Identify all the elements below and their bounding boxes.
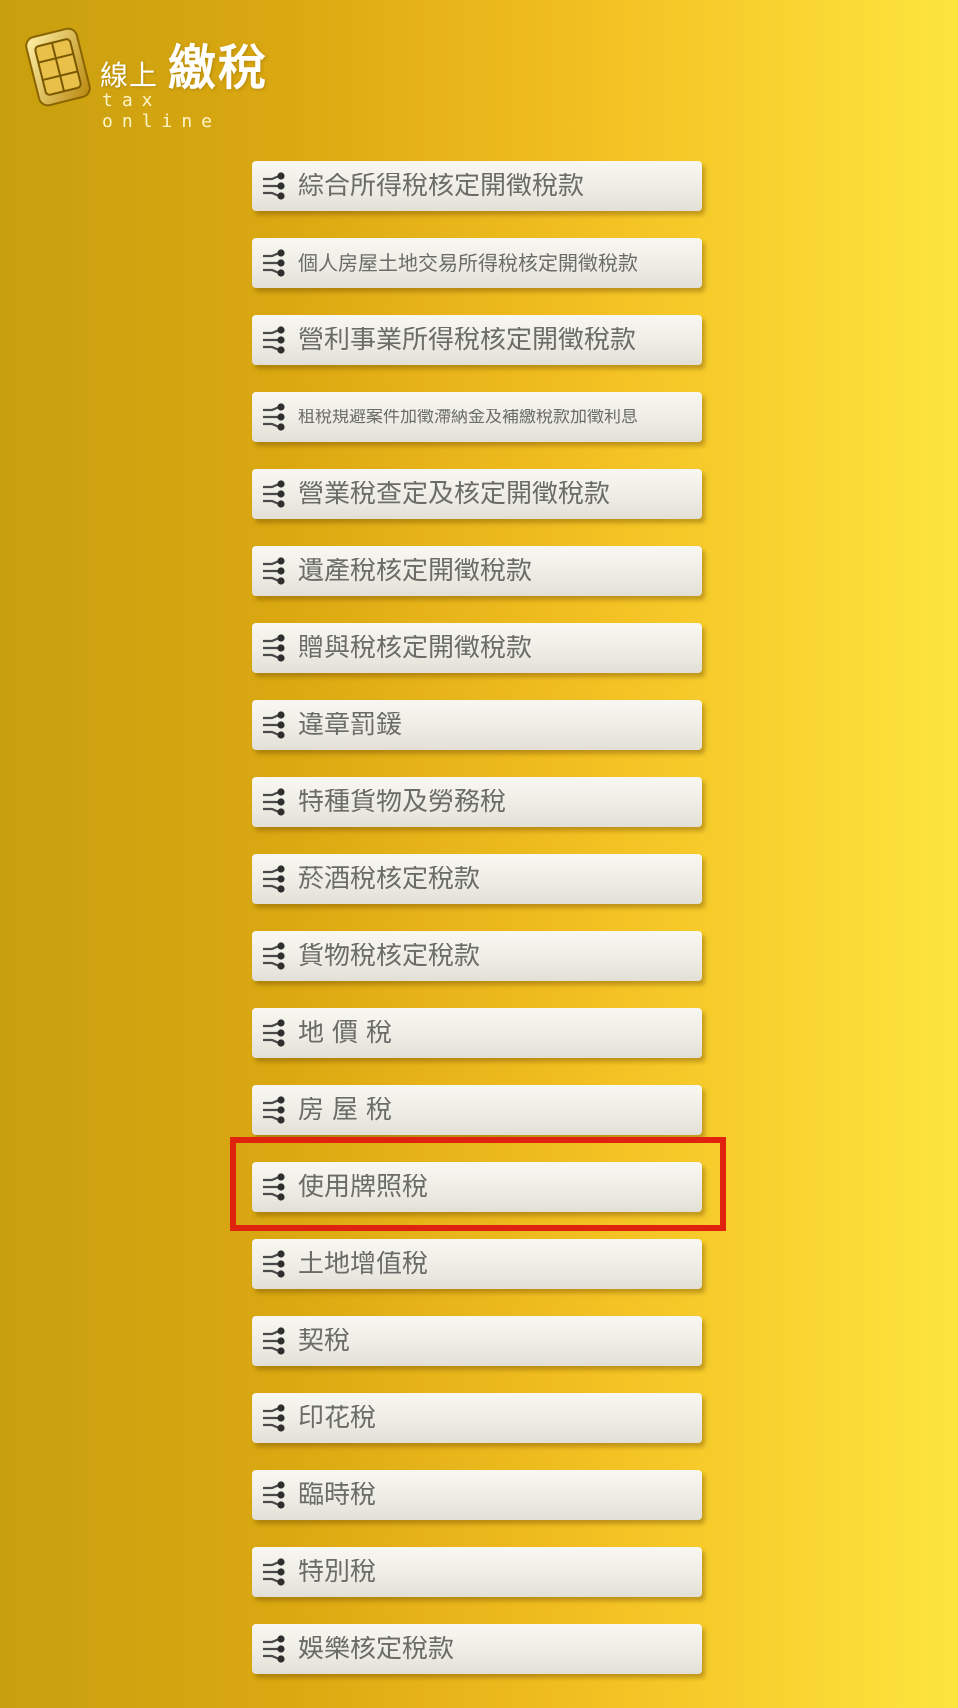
node-branch-icon bbox=[263, 557, 285, 585]
node-branch-icon bbox=[263, 1635, 285, 1663]
menu-button-property-transaction-tax[interactable]: 個人房屋土地交易所得稅核定開徵稅款 bbox=[252, 238, 702, 288]
menu-button-label: 菸酒稅核定稅款 bbox=[298, 866, 481, 892]
menu-button-label: 營業稅查定及核定開徵稅款 bbox=[298, 481, 611, 507]
node-branch-icon bbox=[263, 1404, 285, 1432]
menu-button-label: 租稅規避案件加徵滯納金及補繳稅款加徵利息 bbox=[298, 408, 638, 426]
menu-button-label: 臨時稅 bbox=[298, 1482, 377, 1508]
node-branch-icon bbox=[263, 865, 285, 893]
menu-button-land-value-tax[interactable]: 地價稅 bbox=[252, 1008, 702, 1058]
menu-button-business-income-tax[interactable]: 營利事業所得稅核定開徵稅款 bbox=[252, 315, 702, 365]
menu-button-label: 違章罰鍰 bbox=[298, 712, 403, 738]
menu-button-label: 房屋稅 bbox=[298, 1097, 401, 1123]
menu-button-special-tax[interactable]: 特別稅 bbox=[252, 1547, 702, 1597]
logo-text-pay-tax: 繳稅 bbox=[168, 40, 269, 96]
node-branch-icon bbox=[263, 711, 285, 739]
menu-button-land-value-increment-tax[interactable]: 土地增值稅 bbox=[252, 1239, 702, 1289]
menu-button-income-tax[interactable]: 綜合所得稅核定開徵稅款 bbox=[252, 161, 702, 211]
menu-button-label: 使用牌照稅 bbox=[298, 1174, 429, 1200]
node-branch-icon bbox=[263, 634, 285, 662]
node-branch-icon bbox=[263, 326, 285, 354]
menu-button-label: 地價稅 bbox=[298, 1020, 401, 1046]
menu-button-label: 土地增值稅 bbox=[298, 1251, 429, 1277]
menu-button-label: 娛樂核定稅款 bbox=[298, 1636, 455, 1662]
menu-button-tax-avoidance-surcharge[interactable]: 租稅規避案件加徵滯納金及補繳稅款加徵利息 bbox=[252, 392, 702, 442]
menu-button-label: 特別稅 bbox=[298, 1559, 377, 1585]
menu-button-deed-tax[interactable]: 契稅 bbox=[252, 1316, 702, 1366]
tax-category-menu: 綜合所得稅核定開徵稅款 個人房屋土地交易所得稅核定開徵稅款 營利事業所得稅核定開… bbox=[252, 161, 702, 1701]
menu-button-gift-tax[interactable]: 贈與稅核定開徵稅款 bbox=[252, 623, 702, 673]
node-branch-icon bbox=[263, 1019, 285, 1047]
menu-button-specifically-selected-goods-tax[interactable]: 特種貨物及勞務稅 bbox=[252, 777, 702, 827]
menu-button-label: 贈與稅核定開徵稅款 bbox=[298, 635, 533, 661]
menu-button-label: 特種貨物及勞務稅 bbox=[298, 789, 507, 815]
node-branch-icon bbox=[263, 1327, 285, 1355]
menu-button-label: 遺產稅核定開徵稅款 bbox=[298, 558, 533, 584]
menu-button-penalty-fines[interactable]: 違章罰鍰 bbox=[252, 700, 702, 750]
menu-button-commodity-tax[interactable]: 貨物稅核定稅款 bbox=[252, 931, 702, 981]
menu-button-stamp-tax[interactable]: 印花稅 bbox=[252, 1393, 702, 1443]
menu-button-tobacco-alcohol-tax[interactable]: 菸酒稅核定稅款 bbox=[252, 854, 702, 904]
node-branch-icon bbox=[263, 1558, 285, 1586]
chip-card-icon bbox=[25, 27, 91, 107]
logo-text-english: tax online bbox=[102, 90, 222, 132]
node-branch-icon bbox=[263, 403, 285, 431]
node-branch-icon bbox=[263, 1481, 285, 1509]
tax-online-logo: 線上 繳稅 tax online bbox=[24, 26, 274, 132]
menu-button-temporary-tax[interactable]: 臨時稅 bbox=[252, 1470, 702, 1520]
logo-text-online: 線上 bbox=[100, 59, 159, 92]
node-branch-icon bbox=[263, 480, 285, 508]
node-branch-icon bbox=[263, 788, 285, 816]
menu-button-vehicle-license-tax[interactable]: 使用牌照稅 bbox=[252, 1162, 702, 1212]
menu-button-label: 個人房屋土地交易所得稅核定開徵稅款 bbox=[298, 253, 638, 273]
node-branch-icon bbox=[263, 942, 285, 970]
menu-button-business-tax[interactable]: 營業稅查定及核定開徵稅款 bbox=[252, 469, 702, 519]
menu-button-estate-tax[interactable]: 遺產稅核定開徵稅款 bbox=[252, 546, 702, 596]
menu-button-label: 營利事業所得稅核定開徵稅款 bbox=[298, 327, 637, 353]
menu-button-amusement-tax[interactable]: 娛樂核定稅款 bbox=[252, 1624, 702, 1674]
node-branch-icon bbox=[263, 172, 285, 200]
menu-button-label: 綜合所得稅核定開徵稅款 bbox=[298, 173, 585, 199]
menu-button-label: 契稅 bbox=[298, 1328, 351, 1354]
node-branch-icon bbox=[263, 1250, 285, 1278]
menu-button-label: 印花稅 bbox=[298, 1405, 377, 1431]
menu-button-house-tax[interactable]: 房屋稅 bbox=[252, 1085, 702, 1135]
node-branch-icon bbox=[263, 1173, 285, 1201]
node-branch-icon bbox=[263, 1096, 285, 1124]
node-branch-icon bbox=[263, 249, 285, 277]
menu-button-label: 貨物稅核定稅款 bbox=[298, 943, 481, 969]
